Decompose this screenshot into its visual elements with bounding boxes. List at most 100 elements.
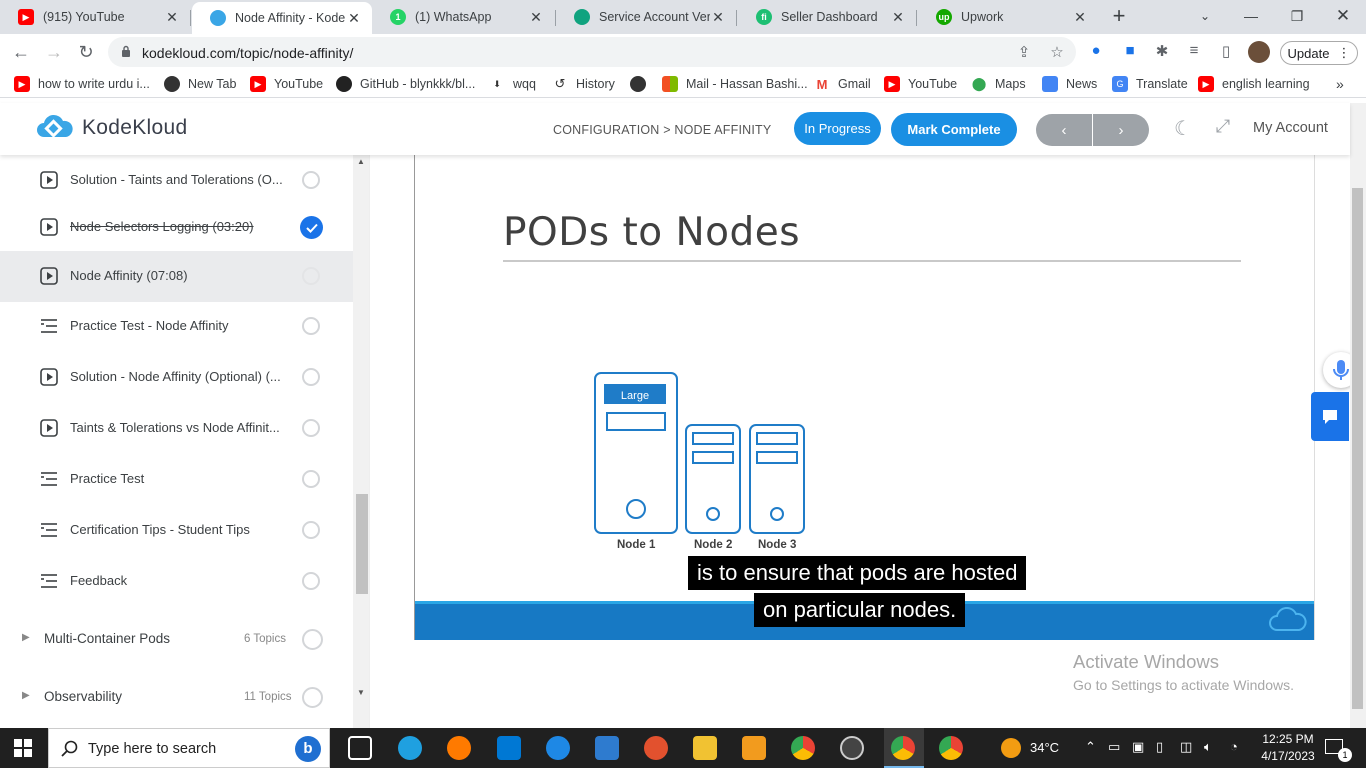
bookmark-item[interactable]: ↺ History [552,75,615,93]
windows-start-icon[interactable] [14,739,32,757]
incomplete-circle-icon[interactable] [302,419,320,437]
lesson-item[interactable]: Solution - Taints and Tolerations (O... [0,155,353,206]
incomplete-circle-icon[interactable] [302,171,320,189]
bookmark-item[interactable]: News [1042,75,1097,93]
lesson-item[interactable]: Node Affinity (07:08) [0,251,353,302]
close-tab-icon[interactable]: ✕ [346,10,362,27]
kodekloud-logo[interactable]: KodeKloud [34,114,187,142]
file-explorer-icon[interactable] [693,736,717,760]
bookmark-item[interactable]: ⬇ wqq [489,75,536,93]
bookmark-item[interactable]: New Tab [164,75,236,93]
bookmark-item[interactable]: ▶ YouTube [884,75,957,93]
firefox-icon[interactable] [447,736,471,760]
task-view-icon[interactable] [348,736,372,760]
tab-search-icon[interactable]: ⌄ [1182,0,1228,32]
tab-node-affinity[interactable]: Node Affinity - KodeK ✕ [192,2,372,34]
fullscreen-icon[interactable]: ⤢ [1210,116,1236,142]
store-icon[interactable] [497,736,521,760]
bookmark-item[interactable]: G Translate [1112,75,1188,93]
section-multi-container-pods[interactable]: ▶ Multi-Container Pods 6 Topics [0,619,353,659]
dark-mode-icon[interactable]: ☾ [1170,116,1196,142]
tab-service-account[interactable]: Service Account Versio ✕ [556,2,736,32]
tray-battery-icon[interactable]: ▯ [1156,739,1163,755]
close-window-icon[interactable]: ✕ [1320,0,1366,32]
incomplete-circle-icon[interactable] [302,521,320,539]
media-control-icon[interactable]: ≡ [1184,42,1204,62]
side-panel-icon[interactable]: ▯ [1216,42,1236,62]
chrome-icon[interactable] [791,736,815,760]
bookmark-item[interactable]: ⬤ Maps [971,75,1026,93]
bookmark-item[interactable]: Mail - Hassan Bashi... [662,75,808,93]
tray-display-icon[interactable]: ▣ [1132,739,1144,755]
bookmark-item[interactable]: ▶ english learning [1198,75,1310,93]
incomplete-circle-icon[interactable] [302,368,320,386]
lesson-item[interactable]: Taints & Tolerations vs Node Affinit... [0,403,353,454]
mail-icon[interactable] [595,736,619,760]
back-icon[interactable]: ← [8,39,34,65]
settings-app-icon[interactable] [742,736,766,760]
volume-icon[interactable]: 🔈︎ [1204,739,1212,755]
close-tab-icon[interactable]: ✕ [1072,9,1088,26]
clock-date[interactable]: 4/17/2023 [1256,749,1320,763]
chat-widget-button[interactable] [1311,392,1349,441]
chrome-profile-icon[interactable] [891,736,915,760]
tab-upwork[interactable]: up Upwork ✕ [918,2,1098,32]
edge-icon[interactable] [398,736,422,760]
lesson-item[interactable]: Practice Test [0,454,353,505]
clock-time[interactable]: 12:25 PM [1256,732,1320,746]
tab-youtube[interactable]: ▶ (915) YouTube ✕ [0,2,190,32]
page-scrollbar-thumb[interactable] [1352,188,1363,709]
download-extension-icon[interactable]: ■ [1120,42,1140,62]
wifi-icon[interactable]: ◔ [1230,739,1238,754]
incomplete-circle-icon[interactable] [302,267,320,285]
bookmark-star-icon[interactable]: ☆ [1048,43,1066,61]
previous-lesson-button[interactable]: ‹ [1036,114,1092,146]
bookmark-item[interactable]: M Gmail [814,75,871,93]
address-bar[interactable]: kodekloud.com/topic/node-affinity/ ⇪ ☆ [108,37,1076,67]
tray-chevron-icon[interactable]: ⌃ [1085,739,1096,755]
tab-whatsapp[interactable]: 1 (1) WhatsApp ✕ [372,2,554,32]
close-tab-icon[interactable]: ✕ [164,9,180,26]
share-icon[interactable]: ⇪ [1015,43,1033,61]
extensions-icon[interactable]: ✱ [1152,42,1172,62]
bookmark-item[interactable]: GitHub - blynkkk/bl... [336,75,475,93]
incomplete-circle-icon[interactable] [302,317,320,335]
microphone-icon[interactable]: ● [1086,42,1106,62]
bookmark-item[interactable] [630,75,654,93]
reload-icon[interactable]: ↻ [73,39,99,65]
scroll-down-arrow-icon[interactable]: ▼ [356,688,366,697]
incomplete-circle-icon[interactable] [302,470,320,488]
profile-avatar[interactable] [1248,41,1270,63]
close-tab-icon[interactable]: ✕ [710,9,726,26]
tab-seller-dashboard[interactable]: fi Seller Dashboard ✕ [738,2,916,32]
taskbar-search-box[interactable]: Type here to search b [48,728,330,768]
skype-icon[interactable] [546,736,570,760]
update-button[interactable]: Update ⋮ [1280,41,1358,65]
weather-icon[interactable] [1001,738,1021,758]
my-account-link[interactable]: My Account [1253,120,1328,136]
in-progress-button[interactable]: In Progress [794,112,881,145]
incomplete-circle-icon[interactable] [302,572,320,590]
chrome-profile-2-icon[interactable] [939,736,963,760]
lesson-item[interactable]: Practice Test - Node Affinity [0,301,353,352]
tray-network-icon[interactable]: ▭ [1108,739,1120,755]
tray-meet-icon[interactable]: ◫ [1180,739,1192,755]
scroll-up-arrow-icon[interactable]: ▲ [356,157,366,166]
obs-icon[interactable] [840,736,864,760]
completed-check-icon[interactable] [300,216,323,239]
section-observability[interactable]: ▶ Observability 11 Topics [0,677,353,717]
lesson-item[interactable]: Node Selectors Logging (03:20) [0,202,353,253]
restore-icon[interactable]: ❐ [1274,0,1320,32]
more-bookmarks-icon[interactable]: » [1336,75,1344,93]
next-lesson-button[interactable]: › [1093,114,1149,146]
minimize-icon[interactable]: — [1228,0,1274,32]
snail-app-icon[interactable] [644,736,668,760]
video-player[interactable]: PODs to Nodes Large Node 1 Node 2 Node 3 [414,155,1315,640]
sidebar-scrollbar-thumb[interactable] [356,494,368,594]
bookmark-item[interactable]: ▶ how to write urdu i... [14,75,150,93]
lesson-item[interactable]: Feedback [0,556,353,607]
lesson-item[interactable]: Solution - Node Affinity (Optional) (... [0,352,353,403]
sidebar-scrollbar[interactable] [353,155,369,728]
lesson-item[interactable]: Certification Tips - Student Tips [0,505,353,556]
bing-icon[interactable]: b [295,736,321,762]
